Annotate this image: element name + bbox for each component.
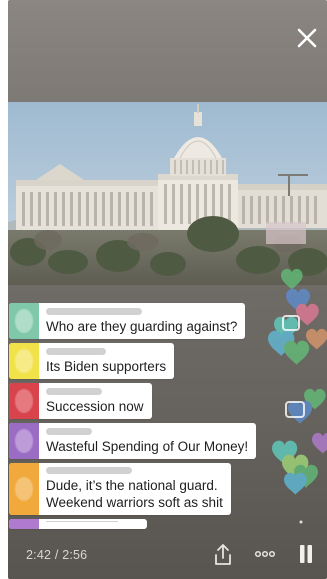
close-icon[interactable] bbox=[295, 26, 319, 50]
comment-text: Its Biden supporters bbox=[46, 358, 167, 374]
capitol-building-image bbox=[8, 102, 327, 285]
avatar bbox=[9, 383, 39, 419]
comment-item[interactable]: Dude, it’s the national guard. Weekend w… bbox=[9, 463, 231, 515]
more-dots-icon[interactable] bbox=[254, 549, 276, 559]
comment-text-line-2: Weekend warriors soft as shit bbox=[46, 495, 223, 510]
comment-item-partial[interactable] bbox=[9, 519, 147, 529]
video-frame[interactable] bbox=[8, 102, 327, 285]
pause-icon[interactable] bbox=[298, 543, 314, 565]
avatar bbox=[9, 423, 39, 459]
time-total: 2:56 bbox=[62, 548, 88, 562]
comment-text: Succession now bbox=[46, 398, 144, 414]
comment-text: Wasteful Spending of Our Money! bbox=[46, 438, 249, 454]
avatar bbox=[9, 463, 39, 515]
player-controls: 2:42 / 2:56 bbox=[0, 535, 327, 575]
avatar bbox=[9, 519, 39, 529]
username-redacted bbox=[46, 467, 132, 474]
comment-item[interactable]: Succession now bbox=[9, 383, 152, 419]
avatar bbox=[9, 343, 39, 379]
playback-time: 2:42 / 2:56 bbox=[26, 548, 87, 562]
comment-item[interactable]: Its Biden supporters bbox=[9, 343, 175, 379]
comment-text-line-1: Dude, it’s the national guard. bbox=[46, 478, 218, 493]
comment-item[interactable]: Who are they guarding against? bbox=[9, 303, 246, 339]
username-redacted bbox=[46, 387, 102, 395]
username-redacted bbox=[46, 307, 142, 315]
time-elapsed: 2:42 bbox=[26, 548, 52, 562]
share-icon[interactable] bbox=[212, 543, 234, 567]
username-redacted bbox=[46, 427, 92, 435]
letterbox-top bbox=[8, 0, 327, 102]
time-separator: / bbox=[54, 548, 59, 562]
username-redacted bbox=[46, 347, 106, 355]
avatar bbox=[9, 303, 39, 339]
comment-text: Who are they guarding against? bbox=[46, 318, 238, 334]
username-redacted bbox=[46, 521, 118, 522]
comment-item[interactable]: Wasteful Spending of Our Money! bbox=[9, 423, 257, 459]
